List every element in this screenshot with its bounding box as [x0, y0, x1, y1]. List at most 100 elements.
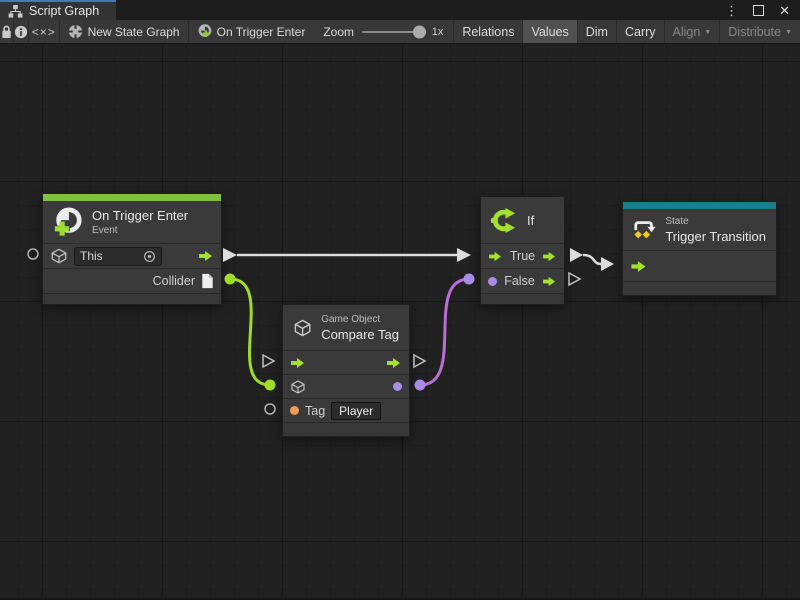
unconnected-control-in-port[interactable]: [263, 355, 274, 367]
collider-label: Collider: [153, 274, 195, 288]
node-category: State: [665, 216, 766, 227]
false-out-port green-arrow-icon[interactable]: [542, 276, 557, 287]
values-label: Values: [531, 25, 568, 39]
lock-button[interactable]: [0, 20, 13, 43]
dim-label: Dim: [586, 25, 608, 39]
false-row: False: [481, 268, 564, 293]
state-accent-bar: [623, 202, 776, 209]
node-category: Game Object: [321, 314, 399, 325]
window-menu-icon[interactable]: ⋮: [725, 4, 738, 17]
node-title: Compare Tag: [321, 327, 399, 342]
wire-start-cap[interactable]: [570, 248, 583, 262]
this-value: This: [80, 249, 103, 263]
node-on-trigger-enter[interactable]: On Trigger Enter Event This: [42, 193, 222, 305]
info-icon: [14, 25, 28, 39]
node-footer: [43, 293, 221, 304]
zoom-slider[interactable]: [362, 31, 424, 33]
control-in-port green-arrow-icon[interactable]: [488, 251, 503, 262]
trigger-event-icon: [197, 24, 212, 39]
state-graph-icon: [68, 24, 83, 39]
new-state-graph-label: New State Graph: [88, 25, 180, 39]
carry-button[interactable]: Carry: [616, 20, 664, 43]
window-controls: ⋮ ✕: [725, 0, 800, 20]
unconnected-this-port[interactable]: [28, 249, 38, 259]
tab-label: Script Graph: [29, 4, 99, 18]
document-icon[interactable]: [201, 273, 214, 289]
wire-comparetag-to-if[interactable]: [420, 279, 469, 385]
wire-endpoint-dot[interactable]: [464, 274, 475, 285]
close-icon[interactable]: ✕: [779, 4, 790, 17]
tab-script-graph[interactable]: Script Graph: [0, 0, 116, 20]
node-if[interactable]: If True False: [480, 196, 565, 305]
code-glyph-icon: <×>: [32, 25, 56, 39]
script-graph-window: Script Graph ⋮ ✕ <×>: [0, 0, 800, 600]
wire-endpoint-dot[interactable]: [225, 274, 236, 285]
node-title: Trigger Transition: [665, 229, 766, 244]
control-in-port green-arrow-icon[interactable]: [630, 260, 648, 273]
control-in-port green-arrow-icon[interactable]: [290, 357, 306, 369]
graph-toolbar: <×> New State Graph On Trigger Enter Zoo…: [0, 20, 800, 44]
distribute-dropdown[interactable]: Distribute ▼: [719, 20, 800, 43]
new-state-graph-button[interactable]: New State Graph: [60, 20, 188, 43]
this-object-field[interactable]: This: [74, 247, 162, 266]
control-in-row: [623, 250, 776, 281]
true-out-port green-arrow-icon[interactable]: [542, 251, 557, 262]
event-accent-bar: [43, 194, 221, 201]
zoom-slider-handle[interactable]: [413, 25, 426, 38]
cube-icon: [293, 313, 312, 343]
breadcrumb-label: On Trigger Enter: [217, 25, 306, 39]
condition-in-port[interactable]: [488, 277, 497, 286]
node-footer: [283, 422, 409, 436]
lock-icon: [0, 24, 13, 39]
distribute-label: Distribute: [728, 25, 781, 39]
dim-button[interactable]: Dim: [577, 20, 616, 43]
view-options: Relations Values Dim Carry Align ▼ Distr…: [453, 20, 800, 43]
node-footer: [481, 293, 564, 304]
graph-hierarchy-icon: [8, 5, 23, 18]
zoom-control: Zoom 1x: [313, 20, 453, 43]
unconnected-control-out-port[interactable]: [414, 355, 425, 367]
wire-endpoint-dot[interactable]: [265, 380, 276, 391]
node-header[interactable]: On Trigger Enter Event: [43, 201, 221, 243]
zoom-label: Zoom: [323, 25, 354, 39]
cube-icon gameobject-in-port[interactable]: [290, 379, 306, 395]
node-header[interactable]: If: [481, 197, 564, 243]
wire-if-to-transition[interactable]: [583, 255, 601, 264]
wire-arrowhead: [601, 257, 614, 271]
node-header[interactable]: State Trigger Transition: [623, 209, 776, 250]
control-ports-row: [283, 350, 409, 374]
graph-breadcrumb-on-trigger-enter[interactable]: On Trigger Enter: [189, 20, 314, 43]
node-trigger-transition[interactable]: State Trigger Transition: [622, 201, 777, 296]
cube-icon: [50, 247, 68, 265]
transition-arrow-diamonds-icon: [633, 216, 656, 243]
wire-arrowhead: [457, 248, 471, 262]
tag-value-field[interactable]: Player: [331, 402, 381, 420]
chevron-down-icon: ▼: [704, 27, 711, 36]
values-button[interactable]: Values: [522, 20, 576, 43]
wire-start-cap[interactable]: [223, 248, 237, 262]
relations-button[interactable]: Relations: [453, 20, 522, 43]
target-icon[interactable]: [143, 250, 156, 263]
unconnected-false-out-port[interactable]: [569, 273, 580, 285]
control-out-port green-arrow-icon[interactable]: [198, 250, 214, 262]
graph-canvas[interactable]: On Trigger Enter Event This: [0, 44, 800, 600]
node-header[interactable]: Game Object Compare Tag: [283, 305, 409, 350]
wire-endpoint-dot[interactable]: [415, 380, 426, 391]
carry-label: Carry: [625, 25, 656, 39]
align-dropdown[interactable]: Align ▼: [664, 20, 720, 43]
unconnected-tag-port[interactable]: [265, 404, 275, 414]
align-label: Align: [673, 25, 701, 39]
control-out-port green-arrow-icon[interactable]: [386, 357, 402, 369]
branch-icon: [491, 207, 518, 234]
tag-in-port[interactable]: [290, 406, 299, 415]
node-compare-tag[interactable]: Game Object Compare Tag Ta: [282, 304, 410, 437]
wire-collider-to-comparetag[interactable]: [230, 279, 270, 385]
false-label: False: [503, 274, 536, 288]
bool-out-port[interactable]: [393, 382, 402, 391]
node-title: If: [527, 213, 534, 228]
tabbar-spacer: [116, 0, 725, 20]
maximize-icon[interactable]: [753, 5, 764, 16]
info-button[interactable]: [14, 20, 28, 43]
edit-source-button[interactable]: <×>: [29, 20, 59, 43]
tag-label: Tag: [305, 404, 325, 418]
